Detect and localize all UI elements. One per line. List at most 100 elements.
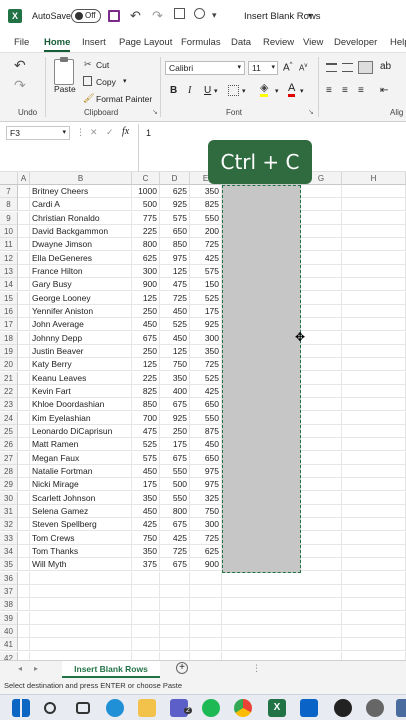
cell-b[interactable]: Selena Gamez xyxy=(30,504,132,518)
sheet-next-icon[interactable]: ▸ xyxy=(34,664,38,673)
cell-d[interactable]: 725 xyxy=(160,544,190,558)
row-header[interactable]: 7 xyxy=(0,185,18,198)
cell-d[interactable]: 675 xyxy=(160,451,190,465)
copy-dropdown-icon[interactable]: ▾ xyxy=(123,77,127,85)
cell-d[interactable]: 125 xyxy=(160,264,190,278)
search-icon[interactable] xyxy=(44,702,56,714)
tab-review[interactable]: Review xyxy=(263,37,294,48)
cell-h[interactable] xyxy=(342,558,406,572)
cell-c[interactable]: 250 xyxy=(132,344,160,358)
format-painter-button[interactable]: Format Painter xyxy=(96,94,152,104)
cell-e[interactable]: 825 xyxy=(190,198,222,212)
cell-g[interactable] xyxy=(301,624,342,638)
cell-c[interactable]: 450 xyxy=(132,464,160,478)
cell-a[interactable] xyxy=(18,278,30,292)
align-middle-icon[interactable] xyxy=(342,63,353,72)
cell-a[interactable] xyxy=(18,198,30,212)
row-header[interactable]: 22 xyxy=(0,384,18,398)
cell-h[interactable] xyxy=(342,478,406,492)
cell-c[interactable]: 575 xyxy=(132,451,160,465)
cell-b[interactable]: Nicki Mirage xyxy=(30,478,132,492)
cell-g[interactable] xyxy=(301,251,342,265)
row-header[interactable]: 17 xyxy=(0,318,18,332)
cell-h[interactable] xyxy=(342,251,406,265)
tab-insert[interactable]: Insert xyxy=(82,37,106,48)
formula-input[interactable]: 1 xyxy=(146,128,151,138)
cell-b[interactable]: Dwayne Jimson xyxy=(30,238,132,252)
cell-a[interactable] xyxy=(18,411,30,425)
cell-b[interactable]: Gary Busy xyxy=(30,278,132,292)
row-header[interactable]: 14 xyxy=(0,278,18,292)
cell-e[interactable] xyxy=(190,598,222,612)
cell-e[interactable]: 150 xyxy=(190,278,222,292)
cell-d[interactable]: 650 xyxy=(160,224,190,238)
cell-a[interactable] xyxy=(18,438,30,452)
cell-e[interactable]: 725 xyxy=(190,531,222,545)
task-view-icon[interactable] xyxy=(76,702,90,714)
cell-h[interactable] xyxy=(342,464,406,478)
row-header[interactable]: 41 xyxy=(0,638,18,652)
row-header[interactable]: 20 xyxy=(0,358,18,372)
align-center-icon[interactable]: ≡ xyxy=(342,85,348,96)
tab-formulas[interactable]: Formulas xyxy=(181,37,221,48)
cell-g[interactable] xyxy=(301,211,342,225)
tab-home[interactable]: Home xyxy=(44,37,71,52)
cell-f[interactable] xyxy=(222,585,301,598)
cell-h[interactable] xyxy=(342,318,406,332)
cell-f[interactable] xyxy=(222,612,301,625)
align-left-icon[interactable]: ≡ xyxy=(326,85,332,96)
cell-h[interactable] xyxy=(342,491,406,505)
cell-c[interactable]: 125 xyxy=(132,358,160,372)
row-header[interactable]: 28 xyxy=(0,464,18,478)
cell-c[interactable]: 250 xyxy=(132,304,160,318)
cell-g[interactable] xyxy=(301,398,342,412)
cell-d[interactable]: 925 xyxy=(160,198,190,212)
cell-c[interactable]: 525 xyxy=(132,438,160,452)
cancel-icon[interactable]: ✕ xyxy=(90,127,98,138)
cell-d[interactable]: 675 xyxy=(160,518,190,532)
cell-e[interactable]: 350 xyxy=(190,344,222,358)
cell-g[interactable] xyxy=(301,531,342,545)
cell-h[interactable] xyxy=(342,264,406,278)
row-header[interactable]: 39 xyxy=(0,611,18,625)
cell-h[interactable] xyxy=(342,504,406,518)
row-header[interactable]: 29 xyxy=(0,478,18,492)
cell-h[interactable] xyxy=(342,358,406,372)
cell-g[interactable] xyxy=(301,185,342,198)
cell-g[interactable] xyxy=(301,424,342,438)
cell-a[interactable] xyxy=(18,398,30,412)
cell-f[interactable] xyxy=(222,638,301,652)
cell-h[interactable] xyxy=(342,584,406,598)
cell-h[interactable] xyxy=(342,398,406,412)
cell-h[interactable] xyxy=(342,291,406,305)
underline-dropdown-icon[interactable]: ▾ xyxy=(214,87,218,95)
cell-e[interactable]: 425 xyxy=(190,251,222,265)
cell-h[interactable] xyxy=(342,411,406,425)
cell-d[interactable]: 525 xyxy=(160,318,190,332)
font-name-dropdown[interactable]: Calibri ▾ xyxy=(165,61,245,75)
worksheet-grid[interactable]: ABCDEFGH 7Britney Cheers100062535058Card… xyxy=(0,172,406,718)
cell-c[interactable]: 800 xyxy=(132,238,160,252)
cell-g[interactable] xyxy=(301,411,342,425)
cell-e[interactable]: 425 xyxy=(190,384,222,398)
cell-h[interactable] xyxy=(342,571,406,585)
cell-a[interactable] xyxy=(18,464,30,478)
cell-g[interactable] xyxy=(301,198,342,212)
row-header[interactable]: 32 xyxy=(0,518,18,532)
cell-d[interactable] xyxy=(160,611,190,625)
cell-a[interactable] xyxy=(18,238,30,252)
row-header[interactable]: 30 xyxy=(0,491,18,505)
cell-c[interactable]: 425 xyxy=(132,518,160,532)
cell-h[interactable] xyxy=(342,611,406,625)
cell-g[interactable] xyxy=(301,304,342,318)
cell-b[interactable]: Keanu Leaves xyxy=(30,371,132,385)
cell-c[interactable]: 500 xyxy=(132,198,160,212)
cell-c[interactable]: 625 xyxy=(132,251,160,265)
cell-g[interactable] xyxy=(301,464,342,478)
cell-c[interactable]: 450 xyxy=(132,504,160,518)
name-box[interactable]: F3 ▾ xyxy=(6,126,70,140)
cell-d[interactable]: 400 xyxy=(160,384,190,398)
cell-g[interactable] xyxy=(301,478,342,492)
cell-c[interactable]: 125 xyxy=(132,291,160,305)
row-header[interactable]: 10 xyxy=(0,224,18,238)
